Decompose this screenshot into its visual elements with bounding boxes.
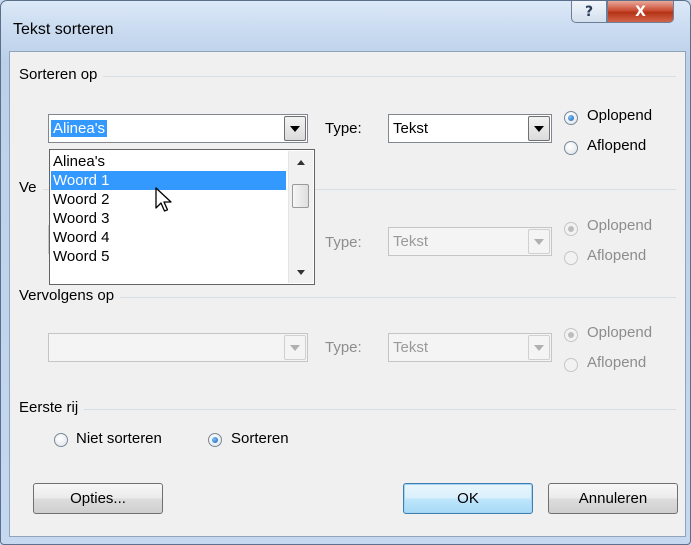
then-by-combo-2[interactable] xyxy=(48,333,308,362)
type-combo-2-arrow[interactable] xyxy=(528,229,550,254)
no-sort-label[interactable]: Niet sorteren xyxy=(76,430,162,447)
sort-by-dropdown-list[interactable]: Alinea's Woord 1 Woord 2 Woord 3 Woord 4… xyxy=(49,149,315,285)
ascending-radio-2[interactable] xyxy=(564,222,578,236)
help-button[interactable]: ? xyxy=(571,1,607,23)
descending-label-1[interactable]: Aflopend xyxy=(587,137,646,154)
help-icon: ? xyxy=(584,3,594,20)
type-label-1: Type: xyxy=(325,120,362,137)
list-item[interactable]: Alinea's xyxy=(51,152,286,171)
ascending-label-2[interactable]: Oplopend xyxy=(587,217,652,234)
ascending-label-3[interactable]: Oplopend xyxy=(587,324,652,341)
scroll-down-button[interactable] xyxy=(289,263,313,281)
no-sort-radio[interactable] xyxy=(54,433,68,447)
ascending-label-1[interactable]: Oplopend xyxy=(587,107,652,124)
group-label-then-by-1: Ve xyxy=(19,179,43,196)
dropdown-scrollbar[interactable] xyxy=(288,151,313,283)
group-divider xyxy=(20,76,676,77)
chevron-up-icon xyxy=(297,159,305,165)
group-label-first-row: Eerste rij xyxy=(19,399,85,416)
descending-radio-3[interactable] xyxy=(564,358,578,372)
descending-label-2[interactable]: Aflopend xyxy=(587,247,646,264)
chevron-down-icon xyxy=(297,269,305,275)
chevron-down-icon xyxy=(534,125,544,132)
window-title: Tekst sorteren xyxy=(13,21,114,38)
options-button[interactable]: Opties... xyxy=(33,483,163,514)
descending-radio-2[interactable] xyxy=(564,251,578,265)
sort-radio[interactable] xyxy=(208,433,222,447)
type-combo-1[interactable]: Tekst xyxy=(388,114,552,143)
list-item[interactable]: Woord 4 xyxy=(51,228,286,247)
sort-by-combo-arrow[interactable] xyxy=(284,116,306,141)
descending-label-3[interactable]: Aflopend xyxy=(587,354,646,371)
group-label-sort-by: Sorteren op xyxy=(19,66,104,83)
group-divider xyxy=(20,409,676,410)
descending-radio-1[interactable] xyxy=(564,141,578,155)
ascending-radio-3[interactable] xyxy=(564,328,578,342)
scroll-up-button[interactable] xyxy=(289,153,313,171)
ok-button[interactable]: OK xyxy=(403,483,533,514)
sort-text-dialog: Tekst sorteren ? X Sorteren op Alinea's … xyxy=(0,0,691,545)
chevron-down-icon xyxy=(290,125,300,132)
mouse-pointer-icon xyxy=(155,187,172,212)
sort-label[interactable]: Sorteren xyxy=(231,430,289,447)
cancel-button[interactable]: Annuleren xyxy=(548,483,678,514)
type-label-2: Type: xyxy=(325,234,362,251)
chevron-down-icon xyxy=(534,238,544,245)
group-label-then-by-2: Vervolgens op xyxy=(19,287,121,304)
type-combo-1-value: Tekst xyxy=(393,120,429,137)
type-combo-2[interactable]: Tekst xyxy=(388,227,552,256)
type-combo-2-value: Tekst xyxy=(393,233,429,250)
close-icon: X xyxy=(635,3,646,20)
ok-button-label: OK xyxy=(457,490,479,507)
type-combo-3[interactable]: Tekst xyxy=(388,333,552,362)
sort-by-combo-value: Alinea's xyxy=(51,120,108,137)
chevron-down-icon xyxy=(534,344,544,351)
then-by-combo-2-arrow[interactable] xyxy=(284,335,306,360)
ascending-radio-1[interactable] xyxy=(564,111,578,125)
type-combo-1-arrow[interactable] xyxy=(528,116,550,141)
scrollbar-thumb[interactable] xyxy=(292,184,309,208)
type-combo-3-arrow[interactable] xyxy=(528,335,550,360)
dialog-body: Sorteren op Alinea's Type: Tekst Oplopen… xyxy=(9,51,686,537)
sort-by-combo[interactable]: Alinea's xyxy=(48,114,308,143)
options-button-label: Opties... xyxy=(70,490,126,507)
list-item[interactable]: Woord 5 xyxy=(51,247,286,266)
type-combo-3-value: Tekst xyxy=(393,339,429,356)
title-bar[interactable]: Tekst sorteren ? X xyxy=(1,1,690,51)
type-label-3: Type: xyxy=(325,339,362,356)
cancel-button-label: Annuleren xyxy=(578,490,648,507)
chevron-down-icon xyxy=(290,344,300,351)
close-button[interactable]: X xyxy=(607,1,674,23)
